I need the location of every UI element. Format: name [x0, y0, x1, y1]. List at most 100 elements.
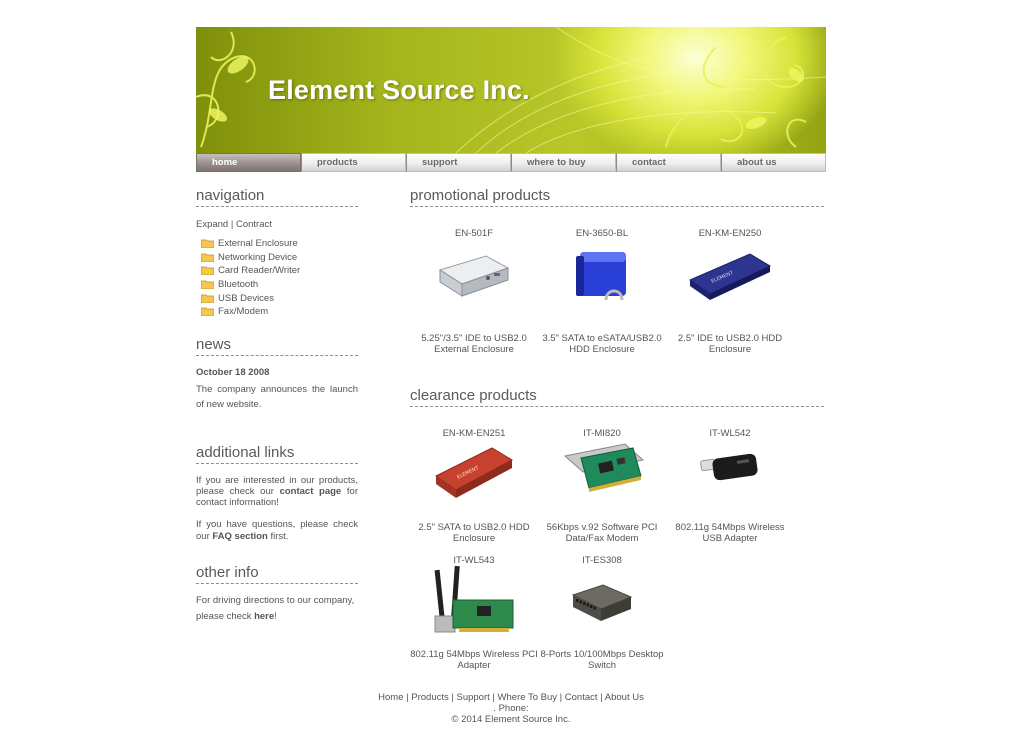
category-tree: External Enclosure Networking Device Car… — [196, 237, 358, 319]
footer-separator: | — [559, 692, 563, 703]
product-code: IT-WL543 — [453, 555, 495, 566]
news-heading: news — [196, 336, 358, 356]
faq-paragraph: If you have questions, please check our … — [196, 519, 358, 542]
product-card-en-3650-bl[interactable]: EN-3650-BL 3.5" SATA to eSATA/USB2.0 HDD… — [538, 228, 666, 358]
product-description: 56Kbps v.92 Software PCI Data/Fax Modem — [546, 522, 658, 545]
tree-item-fax-modem[interactable]: Fax/Modem — [196, 305, 358, 319]
contact-paragraph: If you are interested in our products, p… — [196, 475, 358, 509]
footer-link-contact[interactable]: Contact — [565, 692, 598, 703]
news-date: October 18 2008 — [196, 366, 270, 378]
product-card-it-es308[interactable]: IT-ES308 8-Ports 10/100Mbps Desktop Swit… — [538, 555, 666, 675]
product-image — [666, 448, 794, 488]
tree-controls: Expand | Contract — [196, 219, 358, 230]
footer-link-about-us[interactable]: About Us — [605, 692, 644, 703]
faq-paragraph-text-end: first. — [267, 530, 289, 542]
product-card-it-mi820[interactable]: IT-MI820 56Kbps v.92 Software PCI Data/F… — [538, 428, 666, 548]
product-image: ELEMENT — [666, 250, 794, 302]
desktop-switch-icon — [571, 584, 633, 621]
product-description: 2.5" SATA to USB2.0 HDD Enclosure — [418, 522, 530, 545]
footer-link-home[interactable]: Home — [378, 692, 403, 703]
promotional-products-heading: promotional products — [410, 187, 824, 207]
clearance-products-heading: clearance products — [410, 387, 824, 407]
site-title: Element Source Inc. — [268, 75, 530, 105]
main-content: promotional products EN-501F 5.25"/3.5" … — [410, 187, 824, 671]
footer-link-products[interactable]: Products — [411, 692, 449, 703]
product-description: 802.11g 54Mbps Wireless USB Adapter — [675, 522, 785, 545]
product-code: EN-501F — [454, 228, 493, 239]
directions-paragraph: For driving directions to our company, p… — [196, 593, 358, 625]
product-code: EN-3650-BL — [575, 228, 629, 239]
red-enclosure-icon: ELEMENT — [435, 447, 514, 498]
tree-item-label: Card Reader/Writer — [218, 265, 301, 277]
product-image: ELEMENT — [410, 442, 538, 502]
directions-text-end: ! — [274, 611, 277, 623]
folder-icon — [201, 239, 214, 249]
tree-controls-separator: | — [230, 219, 234, 230]
folder-icon — [201, 253, 214, 262]
footer-link-support[interactable]: Support — [457, 692, 490, 703]
product-code: IT-MI820 — [583, 428, 621, 439]
silver-enclosure-icon — [438, 255, 510, 297]
product-image — [410, 566, 538, 638]
tree-item-bluetooth[interactable]: Bluetooth — [196, 278, 358, 292]
footer-copyright: © 2014 Element Source Inc. — [451, 714, 571, 725]
product-card-en-501f[interactable]: EN-501F 5.25"/3.5" IDE to USB2.0 Externa… — [410, 228, 538, 358]
nav-tab-contact[interactable]: contact — [616, 153, 721, 172]
header-banner: Element Source Inc. — [196, 27, 826, 153]
product-code: IT-WL542 — [709, 428, 751, 439]
contact-page-link[interactable]: contact page — [280, 486, 342, 497]
footer-separator: | — [600, 692, 603, 703]
tree-item-external-enclosure[interactable]: External Enclosure — [196, 237, 358, 251]
footer-separator: | — [406, 692, 409, 703]
nav-tab-products[interactable]: products — [301, 153, 406, 172]
footer-separator: | — [492, 692, 495, 703]
tree-item-usb-devices[interactable]: USB Devices — [196, 291, 358, 305]
product-description: 802.11g 54Mbps Wireless PCI Adapter — [410, 649, 538, 672]
tree-item-label: Bluetooth — [218, 279, 259, 291]
folder-icon — [201, 280, 214, 290]
product-image — [538, 248, 666, 304]
usb-adapter-icon — [700, 453, 758, 481]
product-card-it-wl542[interactable]: IT-WL542 802.11g 54Mbps Wireless USB Ada… — [666, 428, 794, 548]
footer-links: Home | Products | Support | Where To Buy… — [196, 692, 826, 703]
nav-tab-support[interactable]: support — [406, 153, 511, 172]
navy-enclosure-icon: ELEMENT — [688, 253, 772, 300]
tree-item-label: External Enclosure — [218, 238, 298, 250]
product-card-en-km-en250[interactable]: EN-KM-EN250 ELEMENT 2.5" IDE to USB2.0 H… — [666, 228, 794, 358]
tree-item-networking-device[interactable]: Networking Device — [196, 251, 358, 265]
folder-icon — [201, 267, 214, 276]
contract-link[interactable]: Contract — [236, 219, 272, 230]
navigation-heading: navigation — [196, 187, 358, 207]
promotional-products-grid: EN-501F 5.25"/3.5" IDE to USB2.0 Externa… — [410, 207, 824, 367]
additional-links-heading: additional links — [196, 444, 358, 464]
page-wrapper: Element Source Inc. home products suppor… — [196, 27, 826, 725]
product-card-it-wl543[interactable]: IT-WL543 802.11g 54Mbps Wireless PCI Ada… — [410, 555, 538, 675]
product-card-en-km-en251[interactable]: EN-KM-EN251 ELEMENT 2.5" SATA to USB2.0 … — [410, 428, 538, 548]
product-description: 8-Ports 10/100Mbps Desktop Switch — [540, 649, 664, 672]
nav-tab-about-us[interactable]: about us — [721, 153, 826, 172]
tree-item-card-reader-writer[interactable]: Card Reader/Writer — [196, 264, 358, 278]
product-image — [538, 581, 666, 627]
product-description: 2.5" IDE to USB2.0 HDD Enclosure — [677, 333, 783, 356]
expand-link[interactable]: Expand — [196, 219, 228, 230]
blue-enclosure-icon — [576, 252, 626, 301]
nav-tab-where-to-buy[interactable]: where to buy — [511, 153, 616, 172]
news-text: The company announces the launch of new … — [196, 383, 358, 411]
folder-icon — [201, 294, 214, 303]
pci-modem-icon — [563, 443, 645, 492]
wireless-pci-icon — [434, 566, 514, 633]
footer-link-where-to-buy[interactable]: Where To Buy — [498, 692, 558, 703]
other-info-heading: other info — [196, 564, 358, 585]
product-description: 3.5" SATA to eSATA/USB2.0 HDD Enclosure — [542, 333, 662, 356]
product-description: 5.25"/3.5" IDE to USB2.0 External Enclos… — [421, 333, 527, 356]
footer-phone: . Phone: — [493, 703, 529, 714]
nav-tab-home[interactable]: home — [196, 153, 301, 172]
faq-section-link[interactable]: FAQ section — [212, 531, 267, 542]
footer-separator: | — [451, 692, 454, 703]
product-code: EN-KM-EN251 — [442, 428, 506, 439]
tree-item-label: USB Devices — [218, 292, 274, 304]
directions-here-link[interactable]: here — [254, 611, 274, 622]
product-code: IT-ES308 — [582, 555, 622, 566]
main-nav: home products support where to buy conta… — [196, 153, 826, 172]
product-image — [410, 250, 538, 300]
